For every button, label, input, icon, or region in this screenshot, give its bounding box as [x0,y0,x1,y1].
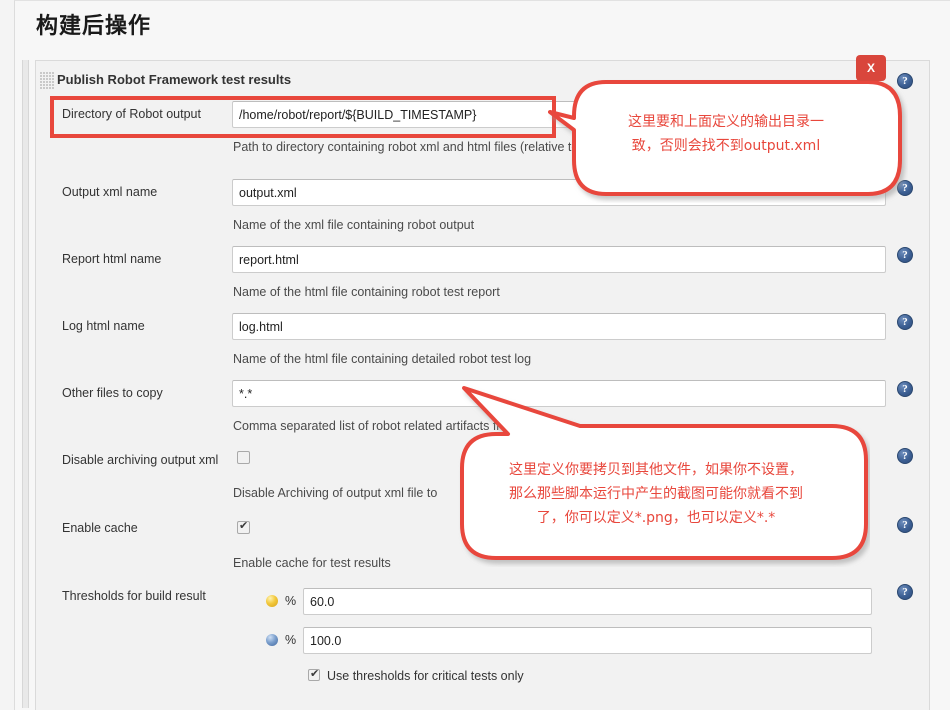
panel-heading: Publish Robot Framework test results [57,72,292,87]
help-icon-other-files[interactable]: ? [897,381,913,397]
hint-log-html-name: Name of the html file containing detaile… [233,352,532,366]
help-icon-disable-archiving[interactable]: ? [897,448,913,464]
checkbox-disable-archiving-output-xml[interactable] [237,451,250,464]
drag-handle-icon[interactable] [40,72,54,89]
threshold-passed-bullet-icon [266,595,278,607]
label-directory-of-robot-output: Directory of Robot output [62,107,201,121]
label-other-files-to-copy: Other files to copy [62,386,163,400]
input-log-html-name[interactable] [232,313,886,340]
close-button[interactable]: X [856,55,886,81]
hint-other-files-to-copy: Comma separated list of robot related ar… [233,419,508,433]
input-other-files-to-copy[interactable] [232,380,886,407]
label-use-thresholds-critical-only: Use thresholds for critical tests only [327,669,524,683]
input-threshold-passed[interactable] [303,588,872,615]
checkbox-enable-cache[interactable] [237,519,250,534]
screenshot-root: 构建后操作 Publish Robot Framework test resul… [0,0,950,710]
checkbox-use-thresholds-critical-only[interactable] [308,667,320,681]
label-log-html-name: Log html name [62,319,145,333]
threshold-passed-percent-sign: % [285,594,297,608]
label-disable-archiving-output-xml: Disable archiving output xml [62,453,219,467]
help-icon-report-html[interactable]: ? [897,247,913,263]
help-icon-output-xml[interactable]: ? [897,180,913,196]
hint-enable-cache: Enable cache for test results [233,556,391,570]
hint-directory-of-robot-output: Path to directory containing robot xml a… [233,140,589,154]
input-output-xml-name[interactable] [232,179,886,206]
threshold-unstable-percent-sign: % [285,633,297,647]
help-icon-log-html[interactable]: ? [897,314,913,330]
hint-report-html-name: Name of the html file containing robot t… [233,285,500,299]
help-icon-enable-cache[interactable]: ? [897,517,913,533]
page-title: 构建后操作 [36,13,152,38]
hint-disable-archiving-output-xml: Disable Archiving of output xml file to [233,486,438,500]
label-output-xml-name: Output xml name [62,185,158,199]
threshold-unstable-bullet-icon [266,634,278,646]
label-report-html-name: Report html name [62,252,162,266]
label-thresholds-for-build-result: Thresholds for build result [62,589,206,603]
input-report-html-name[interactable] [232,246,886,273]
help-icon-thresholds[interactable]: ? [897,584,913,600]
panel-drag-stripe[interactable] [22,60,29,708]
output-dir-callout-text: 这里要和上面定义的输出目录一 致，否则会找不到output.xml [628,114,824,154]
input-threshold-unstable[interactable] [303,627,872,654]
label-enable-cache: Enable cache [62,521,138,535]
other-files-callout-text: 这里定义你要拷贝到其他文件，如果你不设置， 那么那些脚本运行中产生的截图可能你就… [509,462,803,526]
help-icon-directory[interactable]: ? [897,73,913,89]
hint-output-xml-name: Name of the xml file containing robot ou… [233,218,475,232]
